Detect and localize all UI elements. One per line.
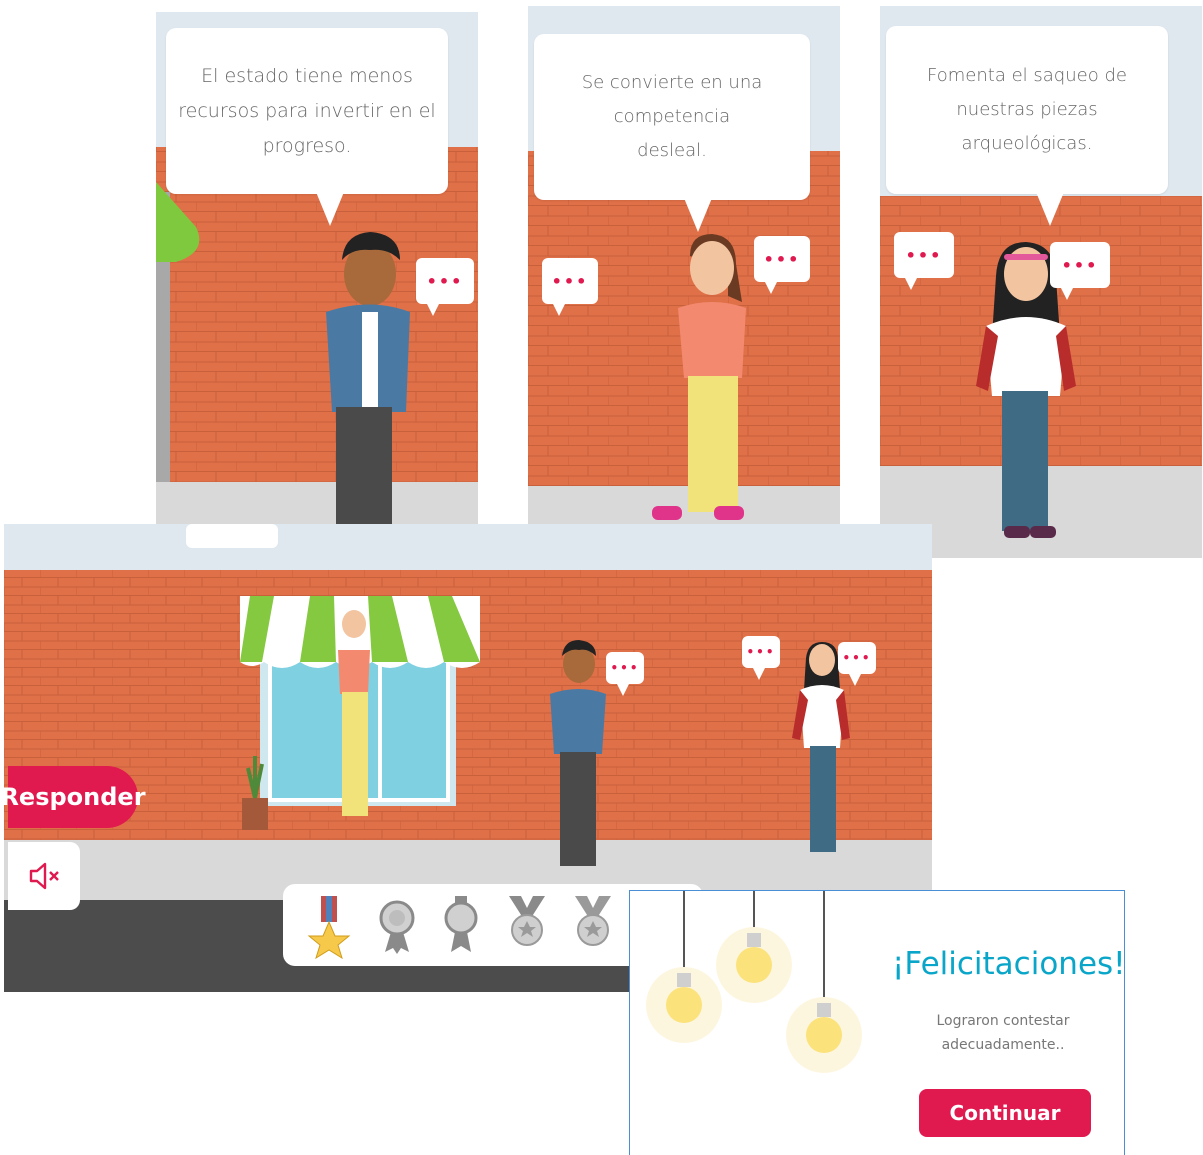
congrats-title: ¡Felicitaciones!: [892, 946, 1125, 982]
gray-star-medal-icon: [575, 896, 611, 946]
speaker-muted-icon: [29, 862, 59, 890]
dots-bubble-5[interactable]: •••: [1050, 242, 1110, 300]
speech-bubble-1: El estado tiene menos recursos para inve…: [166, 28, 448, 226]
gray-medal-icon: [444, 896, 478, 952]
mute-button[interactable]: [8, 842, 80, 910]
ellipsis-icon: •••: [551, 271, 589, 291]
dots-bubble-7[interactable]: •••: [742, 636, 780, 680]
ellipsis-icon: •••: [842, 651, 872, 665]
dots-bubble-1[interactable]: •••: [416, 258, 474, 316]
comic-panel-2: Se convierte en una competencia desleal.…: [528, 6, 840, 524]
bulb-icon: [716, 927, 792, 1003]
speech-bubble-3: Fomenta el saqueo de nuestras piezas arq…: [886, 26, 1168, 226]
ellipsis-icon: •••: [610, 661, 640, 675]
comic-panel-3: Fomenta el saqueo de nuestras piezas arq…: [880, 6, 1202, 558]
comic-panel-1: El estado tiene menos recursos para inve…: [156, 12, 478, 524]
bulb-icon: [646, 967, 722, 1043]
gold-star-medal-icon: [307, 896, 351, 960]
ellipsis-icon: •••: [746, 645, 776, 659]
dots-bubble-6[interactable]: •••: [606, 652, 644, 696]
dots-bubble-4[interactable]: •••: [894, 232, 954, 290]
ellipsis-icon: •••: [426, 271, 464, 291]
ellipsis-icon: •••: [1061, 255, 1099, 275]
ellipsis-icon: •••: [905, 245, 943, 265]
bulb-icon: [786, 997, 862, 1073]
speech-bubble-2: Se convierte en una competencia desleal.: [534, 34, 810, 232]
congrats-dialog: ¡Felicitaciones! Lograron contestar adec…: [629, 890, 1125, 1155]
ellipsis-icon: •••: [763, 249, 801, 269]
continue-button[interactable]: Continuar: [919, 1089, 1091, 1137]
speech-text-3: Fomenta el saqueo de nuestras piezas arq…: [927, 65, 1127, 154]
dots-bubble-3[interactable]: •••: [754, 236, 810, 294]
dots-bubble-8[interactable]: •••: [838, 642, 876, 686]
respond-button[interactable]: Responder: [0, 766, 146, 828]
silver-star-medal-icon: [509, 896, 545, 946]
silver-rosette-medal-icon: [379, 900, 415, 954]
speech-text-1: El estado tiene menos recursos para inve…: [178, 64, 436, 157]
dots-bubble-2[interactable]: •••: [542, 258, 598, 316]
congrats-message: Lograron contestar adecuadamente..: [936, 1013, 1070, 1053]
light-bulbs: [646, 891, 862, 1073]
speech-text-2: Se convierte en una competencia desleal.: [581, 72, 763, 161]
